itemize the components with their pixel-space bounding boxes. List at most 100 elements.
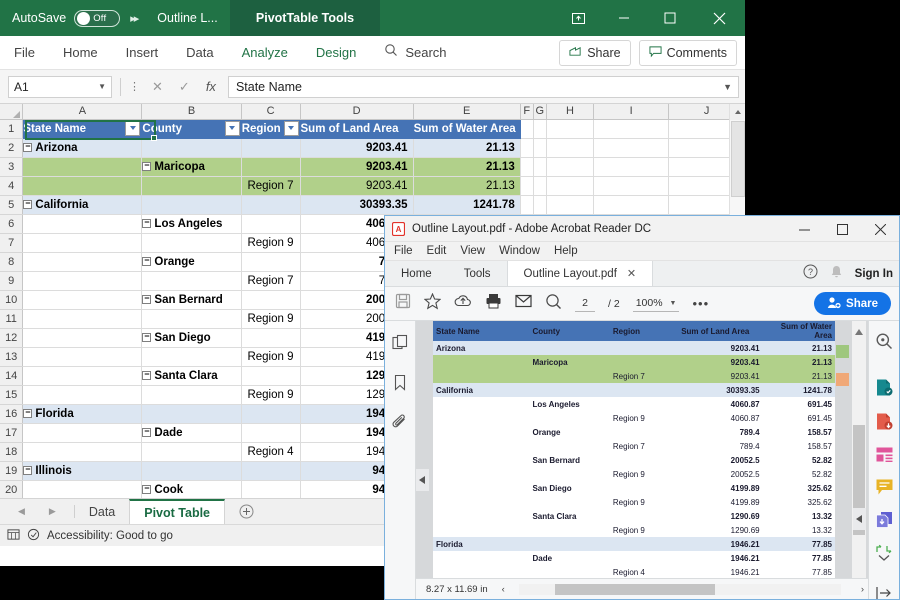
- collapse-expand-icon[interactable]: −: [142, 257, 151, 266]
- cell-water-area[interactable]: 21.13: [413, 157, 520, 176]
- column-header-D[interactable]: D: [300, 104, 413, 119]
- create-pdf-icon[interactable]: [875, 412, 894, 436]
- cell-county[interactable]: [142, 233, 241, 252]
- cloud-upload-icon[interactable]: [454, 293, 472, 314]
- cell-F5[interactable]: [520, 195, 533, 214]
- pdf-scroll-up-icon[interactable]: [855, 323, 863, 341]
- row-header-9[interactable]: 9: [0, 271, 23, 290]
- cell-I1[interactable]: [593, 119, 668, 138]
- cell-F4[interactable]: [520, 176, 533, 195]
- cell-region[interactable]: [241, 480, 300, 498]
- chevron-down-icon[interactable]: ▼: [98, 82, 106, 91]
- tab-document[interactable]: Outline Layout.pdf ✕: [507, 261, 654, 286]
- column-header-G[interactable]: G: [533, 104, 546, 119]
- row-header-3[interactable]: 3: [0, 157, 23, 176]
- cell-region[interactable]: Region 9: [241, 385, 300, 404]
- menu-edit[interactable]: Edit: [427, 245, 447, 257]
- pivottable-tools-context-tab[interactable]: PivotTable Tools: [230, 0, 380, 36]
- cell-state-name[interactable]: [23, 271, 142, 290]
- cell-county[interactable]: [142, 404, 241, 423]
- row-header-8[interactable]: 8: [0, 252, 23, 271]
- menu-help[interactable]: Help: [554, 245, 578, 257]
- collapse-expand-icon[interactable]: −: [142, 295, 151, 304]
- ribbon-tab-design[interactable]: Design: [302, 36, 370, 70]
- cell-county[interactable]: [142, 461, 241, 480]
- cell-region[interactable]: [241, 328, 300, 347]
- name-box[interactable]: A1 ▼: [8, 76, 112, 98]
- cell-state-name[interactable]: [23, 176, 142, 195]
- row-header-17[interactable]: 17: [0, 423, 23, 442]
- print-icon[interactable]: [485, 293, 502, 314]
- row-header-18[interactable]: 18: [0, 442, 23, 461]
- cell-state-name[interactable]: [23, 480, 142, 498]
- ribbon-tab-home[interactable]: Home: [49, 36, 112, 70]
- cell-region[interactable]: Region 7: [241, 271, 300, 290]
- row-header-4[interactable]: 4: [0, 176, 23, 195]
- row-header-6[interactable]: 6: [0, 214, 23, 233]
- column-header-B[interactable]: B: [142, 104, 241, 119]
- comment-icon[interactable]: [875, 478, 894, 501]
- cell-state-name[interactable]: −California: [23, 195, 142, 214]
- attachments-icon[interactable]: [392, 414, 409, 436]
- cell-county[interactable]: −San Bernard: [142, 290, 241, 309]
- pdf-page-content[interactable]: State Name County Region Sum of Land Are…: [433, 321, 835, 578]
- cell-state-name[interactable]: [23, 385, 142, 404]
- row-header-10[interactable]: 10: [0, 290, 23, 309]
- tab-home[interactable]: Home: [385, 261, 448, 286]
- table-row[interactable]: 5−California30393.351241.78: [0, 195, 745, 214]
- acrobat-minimize-icon[interactable]: [785, 216, 823, 242]
- collapse-expand-icon[interactable]: −: [142, 333, 151, 342]
- save-icon[interactable]: [395, 293, 411, 314]
- sheet-nav-arrows[interactable]: ◀ ▶: [6, 499, 74, 524]
- zoom-tool-icon[interactable]: [545, 293, 562, 315]
- cell-region[interactable]: [241, 366, 300, 385]
- add-sheet-button[interactable]: [225, 499, 268, 524]
- row-header-12[interactable]: 12: [0, 328, 23, 347]
- ribbon-search-box[interactable]: Search: [384, 43, 446, 62]
- column-header-F[interactable]: F: [520, 104, 533, 119]
- maximize-icon[interactable]: [647, 0, 693, 36]
- hscroll-left-arrow[interactable]: ‹: [502, 584, 505, 595]
- ribbon-tab-file[interactable]: File: [0, 36, 49, 70]
- bell-icon[interactable]: [830, 265, 843, 284]
- menu-view[interactable]: View: [460, 245, 485, 257]
- cell-F1[interactable]: [520, 119, 533, 138]
- acrobat-maximize-icon[interactable]: [823, 216, 861, 242]
- cell-H1[interactable]: [546, 119, 593, 138]
- row-header-14[interactable]: 14: [0, 366, 23, 385]
- cell-G1[interactable]: [533, 119, 546, 138]
- page-thumbnails-icon[interactable]: [392, 334, 409, 356]
- cell-G5[interactable]: [533, 195, 546, 214]
- cell-county[interactable]: [142, 309, 241, 328]
- formula-input[interactable]: State Name ▼: [228, 76, 739, 98]
- cancel-formula-icon[interactable]: ✕: [152, 79, 163, 95]
- cell-region[interactable]: Region 7: [241, 176, 300, 195]
- cell-county[interactable]: −Maricopa: [142, 157, 241, 176]
- star-icon[interactable]: [424, 293, 441, 315]
- filter-county-icon[interactable]: [225, 121, 240, 136]
- accessibility-status[interactable]: Accessibility: Good to go: [47, 530, 173, 542]
- pdf-horizontal-scrollbar[interactable]: [519, 584, 841, 595]
- pivot-col-water-area[interactable]: Sum of Water Area: [413, 119, 520, 138]
- cell-region[interactable]: Region 9: [241, 347, 300, 366]
- cell-F3[interactable]: [520, 157, 533, 176]
- sheet-nav-next-icon[interactable]: ▶: [49, 506, 56, 517]
- cell-county[interactable]: −Cook: [142, 480, 241, 498]
- accessibility-icon[interactable]: [27, 528, 40, 544]
- row-header-15[interactable]: 15: [0, 385, 23, 404]
- column-header-C[interactable]: C: [241, 104, 300, 119]
- column-header-A[interactable]: A: [23, 104, 142, 119]
- cell-H3[interactable]: [546, 157, 593, 176]
- collapse-expand-icon[interactable]: −: [142, 428, 151, 437]
- scroll-up-button[interactable]: [730, 104, 745, 120]
- acrobat-close-icon[interactable]: [861, 216, 899, 242]
- column-header-I[interactable]: I: [593, 104, 668, 119]
- tab-tools[interactable]: Tools: [448, 261, 507, 286]
- sheet-tab-data[interactable]: Data: [75, 499, 129, 524]
- cell-region[interactable]: [241, 461, 300, 480]
- cell-county[interactable]: [142, 271, 241, 290]
- collapse-expand-icon[interactable]: −: [142, 371, 151, 380]
- close-icon[interactable]: [693, 0, 745, 36]
- cell-water-area[interactable]: 1241.78: [413, 195, 520, 214]
- cell-I3[interactable]: [593, 157, 668, 176]
